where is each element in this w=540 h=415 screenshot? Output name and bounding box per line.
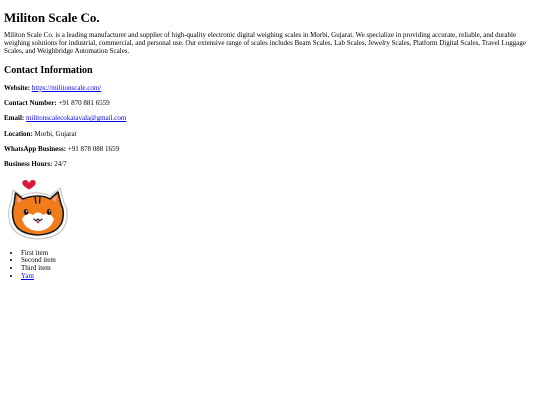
- phone-row: Contact Number: +91 870 881 6559: [4, 99, 536, 107]
- whatsapp-value: +91 878 088 1659: [66, 145, 120, 154]
- website-label: Website:: [4, 83, 31, 92]
- location-value: Morbi, Gujarat: [32, 129, 77, 138]
- website-link[interactable]: https://militonscale.com/: [32, 84, 101, 92]
- contact-heading: Contact Information: [4, 64, 93, 76]
- phone-label: Contact Number:: [4, 99, 57, 108]
- website-row: Website: https://militonscale.com/: [4, 84, 536, 92]
- phone-value: +91 870 881 6559: [56, 99, 110, 108]
- page-title: Militon Scale Co.: [4, 10, 100, 25]
- cat-with-heart-icon: [8, 178, 68, 240]
- email-row: Email: militonscalecokatavala@gmail.com: [4, 114, 536, 122]
- contact-info: Website: https://militonscale.com/ Conta…: [4, 84, 536, 169]
- hours-row: Business Hours: 24/7: [4, 160, 536, 168]
- list-item: Yam: [21, 272, 536, 281]
- item-list: First item Second item Third item Yam: [4, 249, 536, 281]
- list-item: First item: [21, 249, 536, 258]
- company-description: Militon Scale Co. is a leading manufactu…: [4, 30, 526, 55]
- whatsapp-row: WhatsApp Business: +91 878 088 1659: [4, 145, 536, 153]
- location-row: Location: Morbi, Gujarat: [4, 130, 536, 138]
- list-item: Third item: [21, 264, 536, 273]
- hours-label: Business Hours:: [4, 160, 53, 169]
- list-item: Second item: [21, 257, 536, 265]
- location-label: Location:: [4, 129, 33, 138]
- email-link[interactable]: militonscalecokatavala@gmail.com: [26, 114, 126, 122]
- hours-value: 24/7: [52, 160, 67, 169]
- yam-link[interactable]: Yam: [21, 272, 34, 280]
- whatsapp-label: WhatsApp Business:: [4, 145, 67, 154]
- email-label: Email:: [4, 114, 25, 123]
